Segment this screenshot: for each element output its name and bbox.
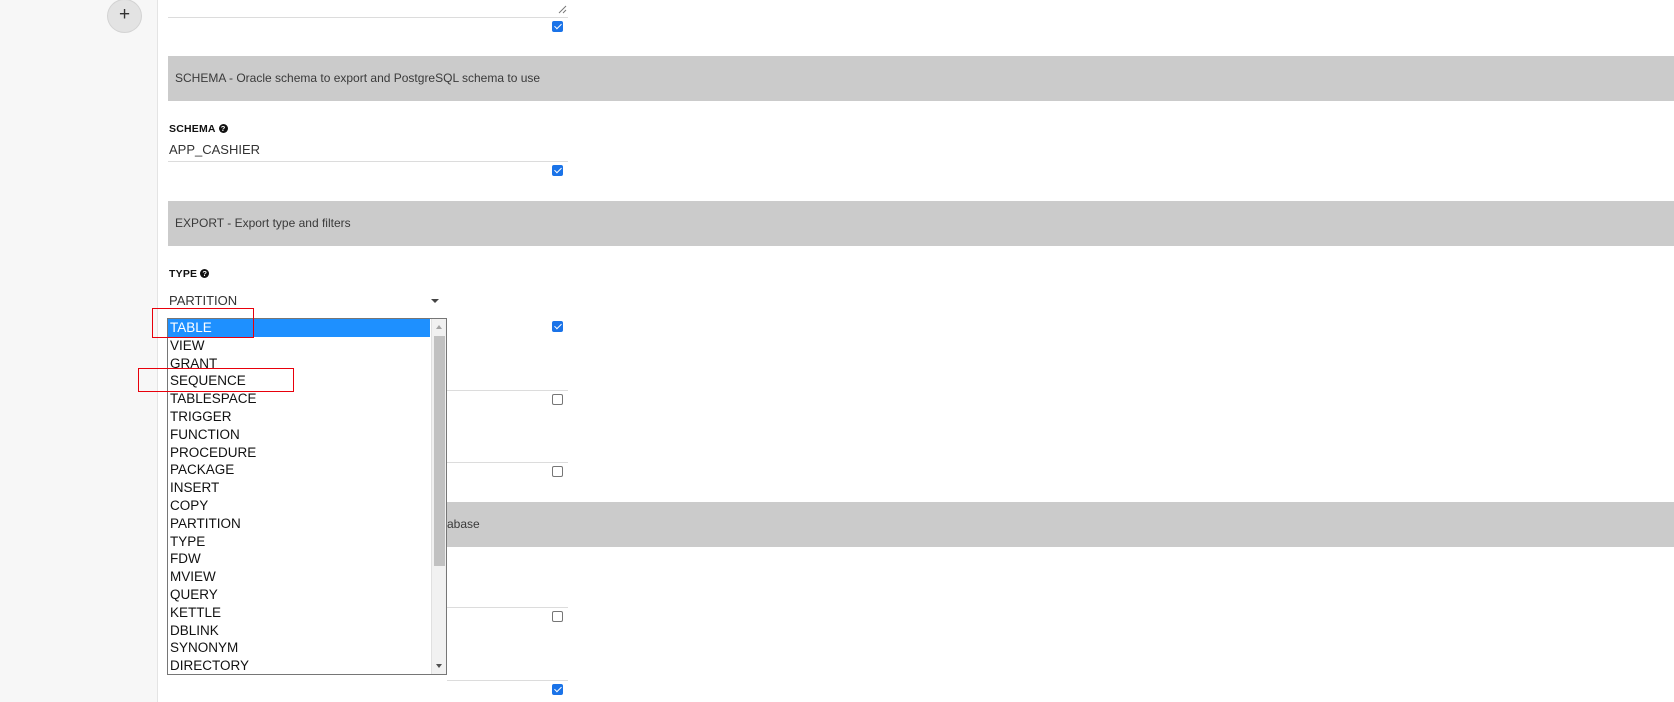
dropdown-scrollbar[interactable]: [431, 319, 446, 674]
dropdown-option-fdw[interactable]: FDW: [168, 550, 430, 568]
schema-section-header: SCHEMA - Oracle schema to export and Pos…: [168, 56, 1674, 101]
top-field-enable-checkbox[interactable]: [552, 21, 563, 32]
type-select[interactable]: PARTITION: [169, 293, 237, 308]
hidden-field-checkbox[interactable]: [552, 394, 563, 405]
dropdown-option-view[interactable]: VIEW: [168, 337, 430, 355]
dropdown-option-directory[interactable]: DIRECTORY: [168, 657, 430, 674]
scroll-down-icon[interactable]: [436, 664, 442, 668]
dropdown-option-tablespace[interactable]: TABLESPACE: [168, 390, 430, 408]
textarea-bottom-border: [168, 17, 568, 18]
schema-enable-checkbox[interactable]: [552, 165, 563, 176]
hidden-field-underline: [447, 462, 568, 463]
dropdown-option-type[interactable]: TYPE: [168, 533, 430, 551]
help-icon[interactable]: ?: [218, 124, 228, 133]
type-label: TYPE?: [169, 268, 210, 280]
schema-input[interactable]: APP_CASHIER: [169, 142, 260, 157]
type-label-text: TYPE: [169, 268, 198, 280]
dropdown-option-synonym[interactable]: SYNONYM: [168, 639, 430, 657]
dropdown-option-kettle[interactable]: KETTLE: [168, 604, 430, 622]
dropdown-option-function[interactable]: FUNCTION: [168, 426, 430, 444]
hidden-section-title: abase: [447, 517, 480, 531]
schema-input-underline: [168, 161, 568, 162]
scrollbar-thumb[interactable]: [434, 336, 445, 566]
schema-label-text: SCHEMA: [169, 123, 216, 135]
hidden-field-underline: [447, 680, 568, 681]
textarea-resize-handle[interactable]: [558, 5, 567, 14]
help-icon[interactable]: ?: [200, 269, 210, 278]
hidden-field-checkbox[interactable]: [552, 466, 563, 477]
dropdown-option-mview[interactable]: MVIEW: [168, 568, 430, 586]
schema-label: SCHEMA?: [169, 123, 228, 135]
dropdown-option-query[interactable]: QUERY: [168, 586, 430, 604]
left-sidebar: [0, 0, 158, 702]
dropdown-option-partition[interactable]: PARTITION: [168, 515, 430, 533]
add-button[interactable]: +: [107, 0, 142, 33]
export-section-header: EXPORT - Export type and filters: [168, 201, 1674, 246]
dropdown-option-procedure[interactable]: PROCEDURE: [168, 444, 430, 462]
dropdown-option-copy[interactable]: COPY: [168, 497, 430, 515]
dropdown-option-trigger[interactable]: TRIGGER: [168, 408, 430, 426]
hidden-field-checkbox[interactable]: [552, 611, 563, 622]
export-section-title: EXPORT - Export type and filters: [175, 216, 351, 230]
dropdown-option-insert[interactable]: INSERT: [168, 479, 430, 497]
hidden-field-underline: [447, 607, 568, 608]
schema-section-title: SCHEMA - Oracle schema to export and Pos…: [175, 71, 541, 85]
type-enable-checkbox[interactable]: [552, 321, 563, 332]
highlight-box-sequence: [138, 368, 294, 392]
hidden-field-underline: [447, 390, 568, 391]
dropdown-option-dblink[interactable]: DBLINK: [168, 622, 430, 640]
hidden-field-checkbox[interactable]: [552, 684, 563, 695]
highlight-box-table: [152, 308, 254, 338]
chevron-down-icon[interactable]: [431, 299, 439, 303]
dropdown-option-package[interactable]: PACKAGE: [168, 461, 430, 479]
scroll-up-icon[interactable]: [436, 325, 442, 329]
